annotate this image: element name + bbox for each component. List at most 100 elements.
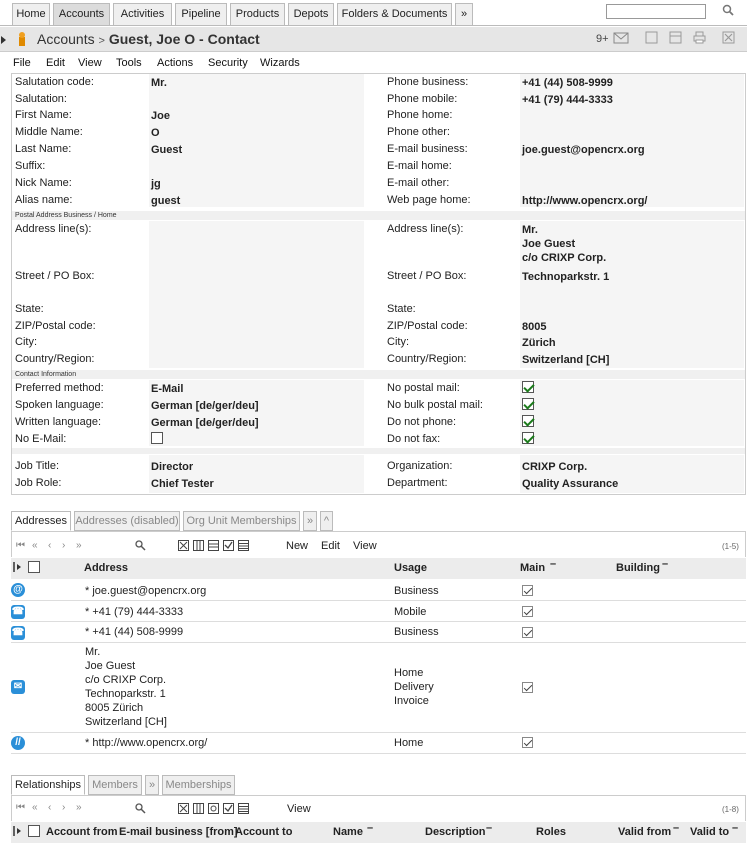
new-button[interactable]: New — [286, 540, 308, 552]
table-row[interactable]: @ * joe.guest@opencrx.org Business — [11, 580, 746, 601]
select-all-icon[interactable] — [223, 540, 234, 551]
tab-memberships[interactable]: Memberships — [162, 775, 235, 795]
notification-count[interactable]: 9+ — [596, 33, 609, 45]
tab-more[interactable]: » — [455, 3, 473, 25]
select-all-rows-checkbox[interactable] — [28, 561, 40, 573]
menu-wizards[interactable]: Wizards — [260, 57, 300, 69]
address-cell[interactable]: * http://www.opencrx.org/ — [85, 736, 207, 750]
contact-value-preferred-method[interactable]: E-Mail — [151, 383, 183, 395]
menu-security[interactable]: Security — [208, 57, 248, 69]
settings-icon[interactable] — [208, 803, 219, 814]
last-page-icon[interactable]: » — [76, 540, 82, 551]
tab-addresses-disabled[interactable]: Addresses (disabled) — [74, 511, 180, 531]
search-input[interactable] — [606, 4, 706, 19]
column-description-sort-icon[interactable]: – — [486, 822, 492, 834]
contact-value-spoken-language[interactable]: German [de/ger/deu] — [151, 400, 259, 412]
first-page-icon[interactable]: ⏮ — [16, 540, 25, 551]
tab-folders-documents[interactable]: Folders & Documents — [337, 3, 452, 25]
field-value-last-name[interactable]: Guest — [151, 144, 182, 156]
column-building-sort-icon[interactable]: – — [662, 558, 668, 570]
print-icon[interactable] — [693, 31, 706, 44]
tab-depots[interactable]: Depots — [288, 3, 334, 25]
tab-org-unit-memberships[interactable]: Org Unit Memberships — [183, 511, 300, 531]
no-email-checkbox[interactable] — [151, 432, 163, 444]
tab-members[interactable]: Members — [88, 775, 142, 795]
field-value-nick-name[interactable]: jg — [151, 178, 161, 190]
search-icon[interactable] — [721, 3, 735, 17]
menu-view[interactable]: View — [78, 57, 102, 69]
next-page-icon[interactable]: › — [62, 802, 65, 813]
field-value-email-business[interactable]: joe.guest@opencrx.org — [522, 144, 645, 156]
contact-value-written-language[interactable]: German [de/ger/deu] — [151, 417, 259, 429]
tab-pipeline[interactable]: Pipeline — [175, 3, 227, 25]
table-row[interactable]: ☎ * +41 (79) 444-3333 Mobile — [11, 601, 746, 622]
do-not-fax-checkbox[interactable] — [522, 432, 534, 444]
first-page-icon[interactable]: ⏮ — [16, 802, 25, 813]
tab-relationships[interactable]: Relationships — [11, 775, 85, 795]
clear-filter-icon[interactable] — [178, 803, 189, 814]
address-cell[interactable]: Mr. Joe Guest c/o CRIXP Corp. Technopark… — [85, 645, 167, 729]
table-icon[interactable] — [208, 540, 219, 551]
column-email-business-from[interactable]: E-mail business [from] — [119, 826, 238, 838]
column-toggle-icon[interactable] — [13, 826, 23, 836]
edit-button[interactable]: Edit — [321, 540, 340, 552]
close-icon[interactable] — [722, 31, 735, 44]
field-value-middle-name[interactable]: O — [151, 127, 160, 139]
table-row[interactable]: ☎ * +41 (44) 508-9999 Business — [11, 622, 746, 643]
tab-accounts[interactable]: Accounts — [53, 3, 110, 25]
column-toggle-icon[interactable] — [13, 562, 23, 572]
column-account-to[interactable]: Account to — [235, 826, 292, 838]
next-page-icon[interactable]: › — [62, 540, 65, 551]
postal-value-street-right[interactable]: Technoparkstr. 1 — [522, 271, 609, 283]
postal-value-country-right[interactable]: Switzerland [CH] — [522, 354, 609, 366]
job-value-department[interactable]: Quality Assurance — [522, 478, 618, 490]
window-icon[interactable] — [645, 31, 658, 44]
no-bulk-postal-mail-checkbox[interactable] — [522, 398, 534, 410]
column-address[interactable]: Address — [84, 562, 128, 574]
postal-value-city-right[interactable]: Zürich — [522, 337, 556, 349]
tab-more-relationships[interactable]: » — [145, 775, 159, 795]
columns-icon[interactable] — [193, 540, 204, 551]
breadcrumb-section[interactable]: Accounts — [37, 31, 95, 47]
column-account-from[interactable]: Account from — [46, 826, 118, 838]
clear-filter-icon[interactable] — [178, 540, 189, 551]
tab-more-addresses[interactable]: » — [303, 511, 317, 531]
table-row[interactable]: ✉ Mr. Joe Guest c/o CRIXP Corp. Technopa… — [11, 643, 746, 733]
column-building[interactable]: Building — [616, 562, 660, 574]
last-page-icon[interactable]: » — [76, 802, 82, 813]
prev-page-icon[interactable]: ‹ — [48, 540, 51, 551]
field-value-phone-mobile[interactable]: +41 (79) 444-3333 — [522, 94, 613, 106]
field-value-web-page-home[interactable]: http://www.opencrx.org/ — [522, 195, 647, 207]
field-value-alias-name[interactable]: guest — [151, 195, 180, 207]
menu-tools[interactable]: Tools — [116, 57, 142, 69]
tab-collapse[interactable]: ^ — [320, 511, 333, 531]
no-postal-mail-checkbox[interactable] — [522, 381, 534, 393]
field-value-salutation-code[interactable]: Mr. — [151, 77, 167, 89]
collapse-arrow-icon[interactable] — [1, 36, 6, 44]
grid-search-icon[interactable] — [134, 802, 146, 814]
select-all-rows-checkbox[interactable] — [28, 825, 40, 837]
column-main[interactable]: Main — [520, 562, 545, 574]
prev-fast-icon[interactable]: « — [32, 540, 38, 551]
mail-icon[interactable] — [613, 32, 629, 44]
column-roles[interactable]: Roles — [536, 826, 566, 838]
prev-fast-icon[interactable]: « — [32, 802, 38, 813]
tab-addresses[interactable]: Addresses — [11, 511, 71, 531]
column-name-sort-icon[interactable]: – — [367, 822, 373, 834]
field-value-phone-business[interactable]: +41 (44) 508-9999 — [522, 77, 613, 89]
address-cell[interactable]: * joe.guest@opencrx.org — [85, 584, 206, 598]
column-description[interactable]: Description — [425, 826, 486, 838]
prev-page-icon[interactable]: ‹ — [48, 802, 51, 813]
column-main-sort-icon[interactable]: – — [550, 558, 556, 570]
menu-edit[interactable]: Edit — [46, 57, 65, 69]
menu-file[interactable]: File — [13, 57, 31, 69]
column-valid-from-sort-icon[interactable]: – — [673, 822, 679, 834]
column-valid-from[interactable]: Valid from — [618, 826, 671, 838]
column-valid-to[interactable]: Valid to — [690, 826, 729, 838]
column-usage[interactable]: Usage — [394, 562, 427, 574]
list-view-icon[interactable] — [238, 540, 249, 551]
postal-value-address-lines-right[interactable]: Mr. Joe Guest c/o CRIXP Corp. — [522, 223, 606, 265]
layout-icon[interactable] — [669, 31, 682, 44]
column-valid-to-sort-icon[interactable]: – — [732, 822, 738, 834]
column-name[interactable]: Name — [333, 826, 363, 838]
